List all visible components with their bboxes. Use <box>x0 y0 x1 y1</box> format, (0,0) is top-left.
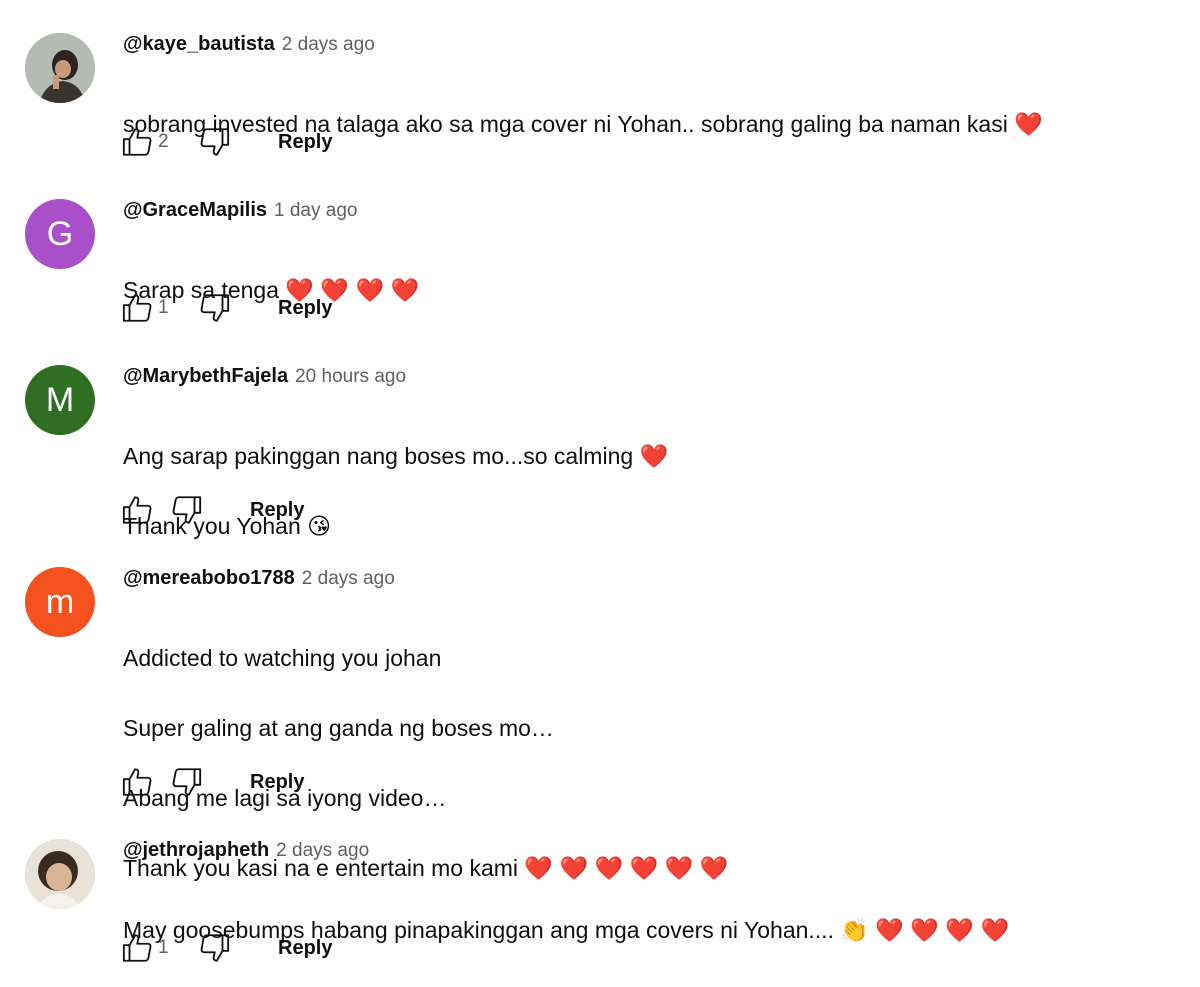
thumbs-up-icon <box>122 128 152 156</box>
thumbs-down-icon <box>200 128 230 156</box>
dislike-button[interactable] <box>168 764 204 800</box>
author-name[interactable]: @mereabobo1788 <box>123 567 295 590</box>
dislike-button[interactable] <box>168 492 204 528</box>
comment-time[interactable]: 2 days ago <box>276 840 369 862</box>
reply-button[interactable]: Reply <box>278 297 332 320</box>
avatar[interactable]: G <box>25 199 95 269</box>
like-count: 1 <box>158 297 169 318</box>
like-button[interactable] <box>120 764 156 800</box>
comment-time[interactable]: 20 hours ago <box>295 366 406 388</box>
avatar[interactable]: M <box>25 365 95 435</box>
avatar[interactable]: m <box>25 567 95 637</box>
comment-line: Ang sarap pakinggan nang boses mo...so c… <box>123 443 669 469</box>
author-name[interactable]: @MarybethFajela <box>123 365 288 388</box>
like-count: 2 <box>158 131 169 152</box>
comment-actions: Reply <box>120 490 304 530</box>
author-name[interactable]: @kaye_bautista <box>123 33 275 56</box>
reply-button[interactable]: Reply <box>250 771 304 794</box>
thumbs-up-icon <box>122 768 152 796</box>
comment-actions: 1 Reply <box>120 928 332 968</box>
thumbs-down-icon <box>172 496 202 524</box>
thumbs-down-icon <box>200 934 230 962</box>
avatar[interactable] <box>25 33 95 103</box>
dislike-button[interactable] <box>196 124 232 160</box>
comment-header: @MarybethFajela 20 hours ago <box>123 365 406 395</box>
thumbs-up-icon <box>122 294 152 322</box>
comment-line: Addicted to watching you johan <box>123 645 442 671</box>
reply-button[interactable]: Reply <box>278 937 332 960</box>
like-button[interactable] <box>120 492 156 528</box>
comment-time[interactable]: 2 days ago <box>282 34 375 56</box>
reply-button[interactable]: Reply <box>250 499 304 522</box>
user-photo-icon <box>25 33 95 103</box>
comment-actions: 2 Reply <box>120 122 332 162</box>
dislike-button[interactable] <box>196 290 232 326</box>
thumbs-down-icon <box>200 294 230 322</box>
comment-actions: 1 Reply <box>120 288 332 328</box>
like-button[interactable] <box>120 930 156 966</box>
comment-time[interactable]: 2 days ago <box>302 568 395 590</box>
comment-time[interactable]: 1 day ago <box>274 200 357 222</box>
author-name[interactable]: @jethrojapheth <box>123 839 269 862</box>
reply-button[interactable]: Reply <box>278 131 332 154</box>
comment-header: @jethrojapheth 2 days ago <box>123 839 369 869</box>
avatar-letter: G <box>46 214 74 253</box>
dislike-button[interactable] <box>196 930 232 966</box>
avatar-letter: M <box>45 380 75 419</box>
avatar[interactable] <box>25 839 95 909</box>
user-photo-icon <box>25 839 95 909</box>
avatar-letter: m <box>45 582 75 621</box>
comment-header: @GraceMapilis 1 day ago <box>123 199 357 229</box>
like-count: 1 <box>158 937 169 958</box>
like-button[interactable] <box>120 124 156 160</box>
thumbs-up-icon <box>122 496 152 524</box>
thumbs-up-icon <box>122 934 152 962</box>
thumbs-down-icon <box>172 768 202 796</box>
comment-line: Super galing at ang ganda ng boses mo… <box>123 715 554 741</box>
comment-actions: Reply <box>120 762 304 802</box>
like-button[interactable] <box>120 290 156 326</box>
comment-header: @mereabobo1788 2 days ago <box>123 567 395 597</box>
comment-header: @kaye_bautista 2 days ago <box>123 33 375 63</box>
author-name[interactable]: @GraceMapilis <box>123 199 267 222</box>
